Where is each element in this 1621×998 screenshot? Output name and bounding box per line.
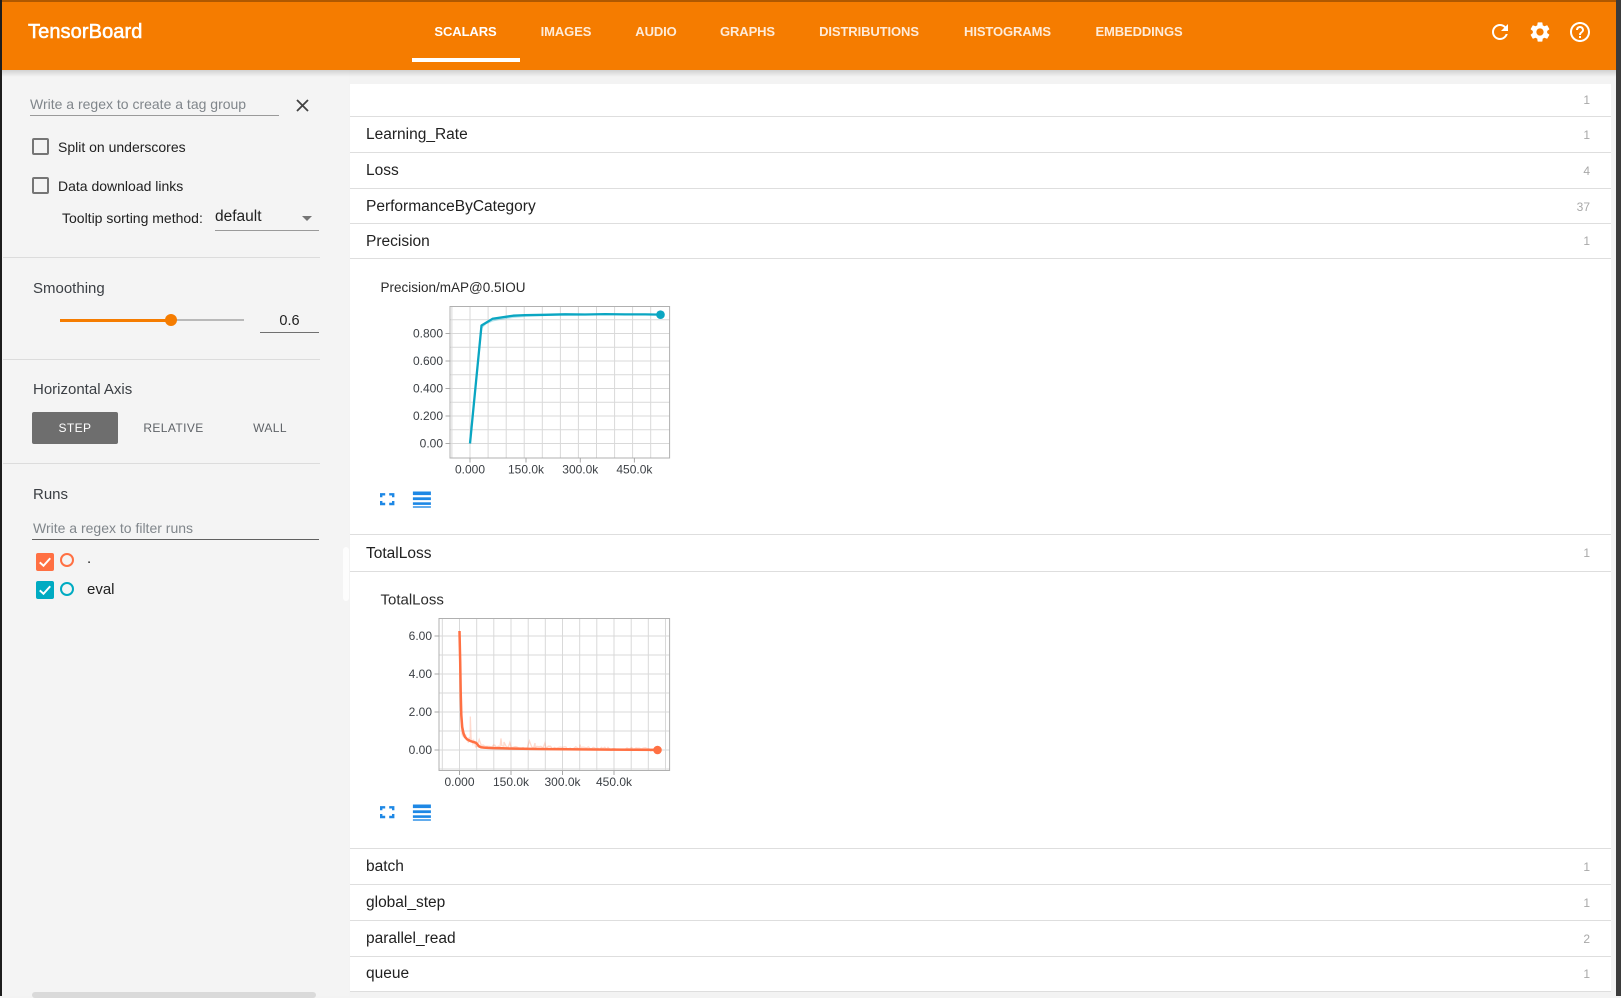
svg-text:0.00: 0.00	[420, 437, 444, 451]
svg-text:300.0k: 300.0k	[544, 775, 581, 789]
svg-text:0.000: 0.000	[444, 775, 474, 789]
svg-text:300.0k: 300.0k	[562, 463, 599, 477]
svg-text:150.0k: 150.0k	[508, 463, 545, 477]
svg-text:450.0k: 450.0k	[596, 775, 633, 789]
svg-text:450.0k: 450.0k	[616, 463, 653, 477]
svg-text:0.00: 0.00	[409, 743, 433, 757]
svg-text:0.200: 0.200	[413, 409, 443, 423]
svg-text:6.00: 6.00	[409, 629, 433, 643]
svg-text:Precision/mAP@0.5IOU: Precision/mAP@0.5IOU	[381, 280, 526, 295]
svg-text:0.800: 0.800	[413, 327, 443, 341]
svg-text:0.000: 0.000	[455, 463, 485, 477]
svg-text:TotalLoss: TotalLoss	[381, 592, 444, 609]
svg-text:0.600: 0.600	[413, 354, 443, 368]
svg-text:2.00: 2.00	[409, 705, 433, 719]
svg-text:0.400: 0.400	[413, 382, 443, 396]
svg-text:4.00: 4.00	[409, 667, 433, 681]
svg-text:150.0k: 150.0k	[493, 775, 530, 789]
